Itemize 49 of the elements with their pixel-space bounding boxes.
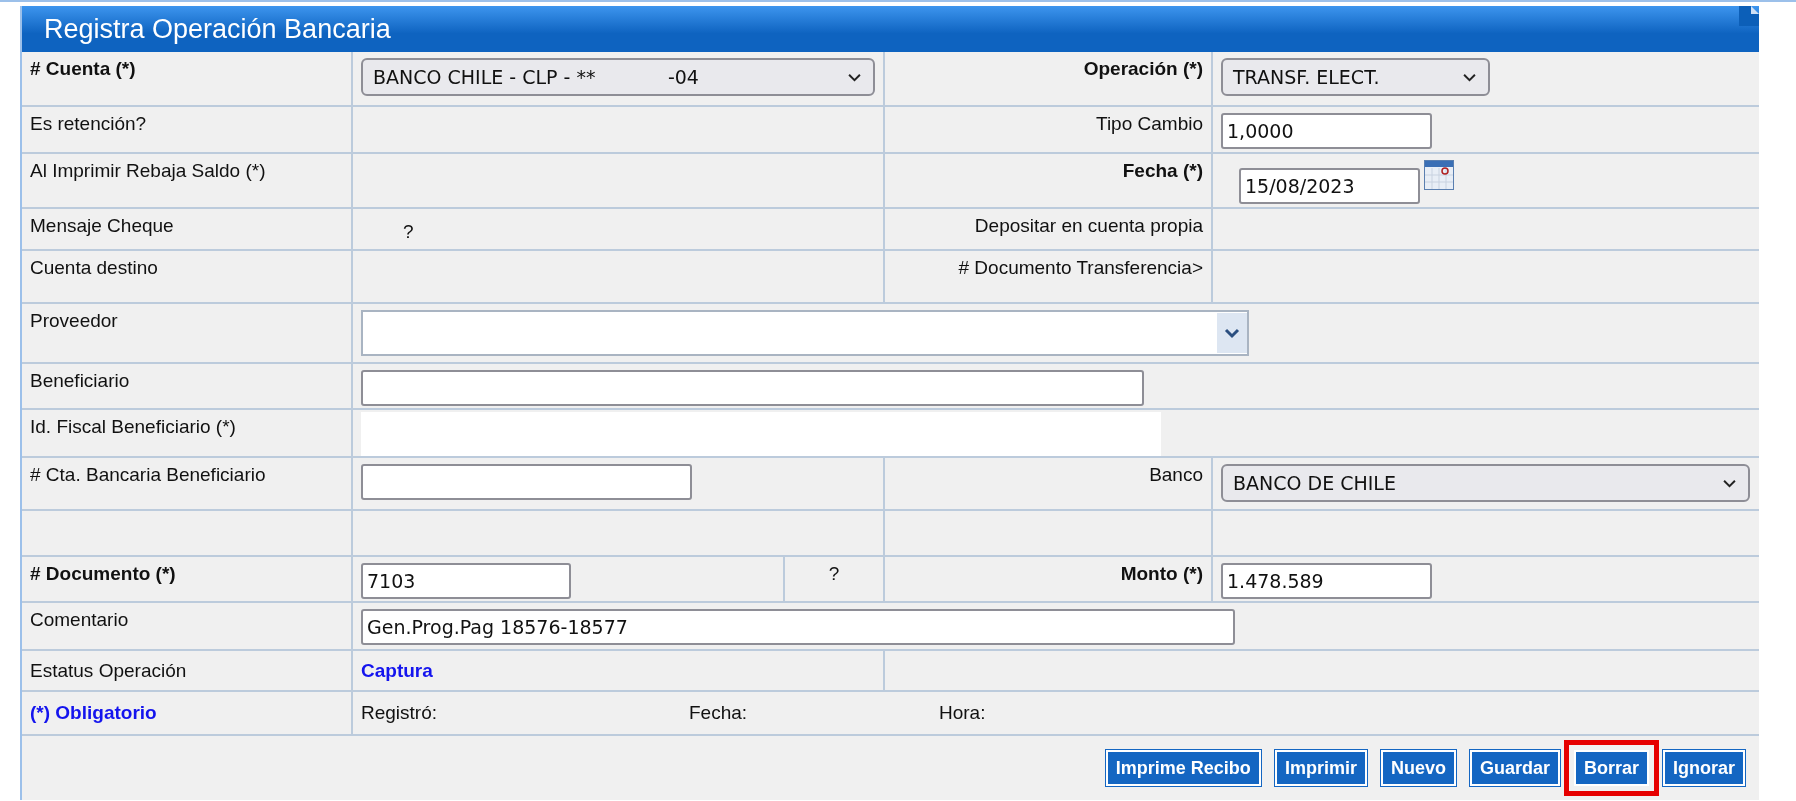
text-input[interactable]: 1,0000 (1221, 113, 1432, 149)
field-label: Id. Fiscal Beneficiario (*) (30, 416, 236, 438)
action-button[interactable]: Ignorar (1663, 750, 1745, 786)
field-label: Proveedor (30, 310, 118, 332)
help-mark: ? (828, 563, 840, 585)
field-label: Cuenta destino (30, 257, 158, 279)
footer-label: Fecha: (689, 702, 748, 724)
calendar-icon[interactable] (1424, 160, 1454, 190)
dropdown[interactable]: BANCO DE CHILE (1221, 464, 1750, 502)
field-label: Mensaje Cheque (30, 215, 174, 237)
folded-corner-icon (1739, 6, 1759, 26)
text-input[interactable] (361, 464, 692, 500)
footer-label: Registró: (361, 702, 438, 724)
chevron-down-icon (848, 72, 861, 82)
action-button[interactable]: Imprime Recibo (1105, 750, 1261, 786)
action-button[interactable]: Nuevo (1380, 750, 1456, 786)
text-input[interactable]: 7103 (361, 563, 571, 599)
dropdown[interactable]: BANCO CHILE - CLP - ** -04 (361, 58, 875, 96)
field-label: Depositar en cuenta propia (974, 215, 1203, 237)
chevron-down-icon (1463, 72, 1476, 82)
help-mark: ? (402, 221, 414, 243)
footer-label: Hora: (939, 702, 986, 724)
field-label: Tipo Cambio (1096, 113, 1203, 135)
window-title: Registra Operación Bancaria (44, 13, 391, 45)
chevron-down-icon (1723, 478, 1736, 488)
field-label: Es retención? (30, 113, 147, 135)
field-label: Banco (1149, 464, 1203, 486)
chevron-down-icon (1217, 312, 1247, 354)
field-label: # Documento (*) (30, 563, 176, 585)
field-label: Monto (*) (1120, 563, 1203, 585)
field-label: Beneficiario (30, 370, 130, 392)
field-label: # Cuenta (*) (30, 58, 136, 80)
required-note: (*) Obligatorio (30, 702, 157, 724)
status-value: Captura (361, 659, 433, 682)
field-label: Fecha (*) (1122, 160, 1203, 182)
text-input[interactable]: 1.478.589 (1221, 563, 1432, 599)
dropdown[interactable]: TRANSF. ELECT. (1221, 58, 1490, 96)
action-button[interactable]: Guardar (1469, 750, 1560, 786)
field-label: Al Imprimir Rebaja Saldo (*) (30, 160, 266, 182)
text-input[interactable]: Gen.Prog.Pag 18576-18577 (361, 609, 1235, 645)
dropdown[interactable] (361, 310, 1249, 356)
field-label: Comentario (30, 609, 129, 631)
text-input[interactable] (361, 370, 1144, 406)
action-button[interactable]: Imprimir (1274, 750, 1367, 786)
field-label: Estatus Operación (30, 659, 187, 682)
date-input[interactable]: 15/08/2023 (1239, 168, 1420, 204)
field-label: # Documento Transferencia> (958, 257, 1203, 279)
field-label: Operación (*) (1083, 58, 1203, 80)
field-label: # Cta. Bancaria Beneficiario (30, 464, 266, 486)
